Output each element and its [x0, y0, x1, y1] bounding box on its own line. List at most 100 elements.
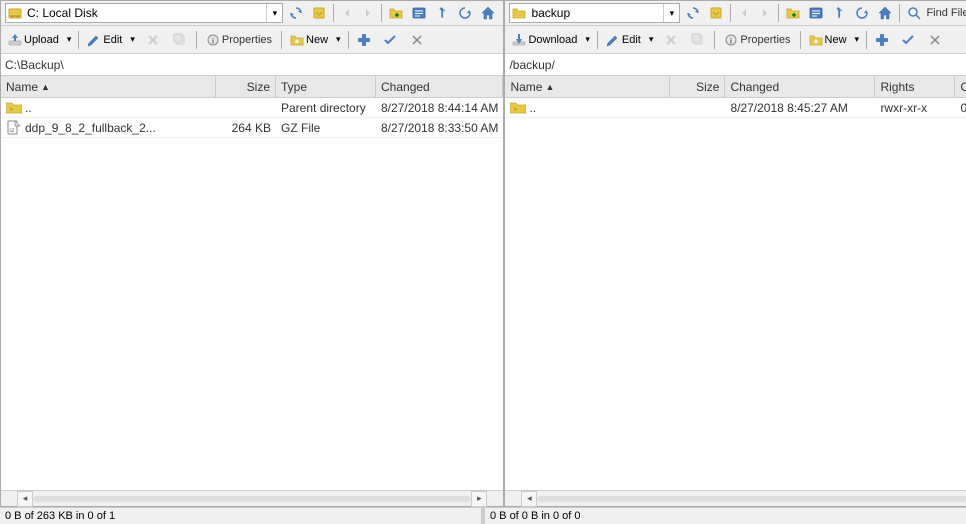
right-refresh-btn[interactable] [851, 3, 873, 23]
right-file-row-parent[interactable]: .. 8/27/2018 8:45:27 AM rwxr-xr-x 0 [505, 98, 966, 118]
right-edit-btn[interactable]: Edit [601, 30, 646, 50]
left-location-text: C:\Backup\ [5, 58, 64, 72]
left-address-dropdown-arrow[interactable]: ▾ [266, 4, 282, 22]
left-new-folder-btn[interactable] [385, 3, 407, 23]
left-properties-btn[interactable]: i Properties [200, 30, 278, 50]
right-parent-changed: 8/27/2018 8:45:27 AM [725, 100, 875, 116]
left-copy-btn[interactable] [167, 30, 193, 50]
right-back-btn[interactable] [734, 4, 754, 22]
left-gz-name: ddp_9_8_2_fullback_2... [25, 121, 156, 135]
left-gz-changed: 8/27/2018 8:33:50 AM [376, 120, 503, 136]
right-scroll-left[interactable]: ◂ [521, 491, 537, 507]
left-scroll-track[interactable] [33, 496, 471, 502]
right-properties-label: Properties [740, 34, 790, 46]
left-col-changed[interactable]: Changed [376, 76, 503, 97]
right-add-btn[interactable] [870, 30, 894, 50]
right-download-arrow[interactable]: ▾ [582, 31, 594, 48]
left-drive-icon [6, 4, 24, 22]
left-new-arrow[interactable]: ▾ [333, 31, 345, 48]
left-col-name[interactable]: Name ▲ [1, 76, 216, 97]
right-properties-btn[interactable]: i Properties [718, 30, 796, 50]
right-copy-btn[interactable] [685, 30, 711, 50]
left-parent-type: Parent directory [276, 100, 376, 116]
left-upload-arrow[interactable]: ▾ [64, 31, 76, 48]
right-new-folder-btn[interactable] [782, 3, 804, 23]
left-file-list: .. Parent directory 8/27/2018 8:44:14 AM [1, 98, 503, 490]
right-new-label: New [825, 34, 847, 46]
right-parent-icon [510, 100, 526, 116]
left-gz-icon: GZ [6, 120, 22, 136]
right-edit-label: Edit [622, 34, 641, 46]
left-bookmark-mgr-btn[interactable] [408, 3, 430, 23]
right-sync-btn[interactable] [682, 3, 704, 23]
left-sync-btn[interactable] [285, 3, 307, 23]
svg-text:i: i [730, 38, 732, 45]
right-address-combo[interactable]: backup ▾ [509, 3, 680, 23]
left-scrollbar[interactable]: ◂ ▸ [1, 490, 503, 506]
right-drive-icon [510, 4, 528, 22]
right-bookmark-mgr-btn[interactable] [805, 3, 827, 23]
right-scroll-track[interactable] [537, 496, 966, 502]
left-upload-label: Upload [24, 34, 59, 46]
right-pane: backup ▾ [504, 0, 966, 507]
left-edit-dropdown[interactable]: Edit ▾ [82, 30, 139, 50]
left-parent-size [216, 107, 276, 109]
left-action-toolbar: Upload ▾ Edit ▾ [1, 26, 503, 54]
right-home-btn[interactable] [874, 3, 896, 23]
left-scroll-left[interactable]: ◂ [17, 491, 33, 507]
right-new-btn[interactable]: New [804, 30, 852, 50]
right-x-btn[interactable] [922, 30, 948, 50]
left-address-text: C: Local Disk [24, 6, 266, 20]
left-col-size[interactable]: Size [216, 76, 276, 97]
right-download-dropdown[interactable]: Download ▾ [507, 30, 593, 50]
right-bookmark-btn[interactable] [705, 3, 727, 23]
right-col-owner[interactable]: Own... [955, 76, 966, 97]
left-col-type[interactable]: Type [276, 76, 376, 97]
left-new-btn[interactable]: New [285, 30, 333, 50]
right-address-dropdown-arrow[interactable]: ▾ [663, 4, 679, 22]
left-add-btn[interactable] [352, 30, 376, 50]
left-gz-type: GZ File [276, 120, 376, 136]
left-file-row-gz[interactable]: GZ ddp_9_8_2_fullback_2... 264 KB GZ Fil… [1, 118, 503, 138]
left-edit-btn[interactable]: Edit [82, 30, 127, 50]
right-col-rights[interactable]: Rights [875, 76, 955, 97]
left-parent-changed: 8/27/2018 8:44:14 AM [376, 100, 503, 116]
left-up-btn[interactable] [431, 3, 453, 23]
left-upload-btn[interactable]: Upload [3, 30, 64, 50]
right-file-list: .. 8/27/2018 8:45:27 AM rwxr-xr-x 0 [505, 98, 966, 490]
right-nav-toolbar: Find Files [682, 3, 966, 23]
right-scrollbar[interactable]: ◂ ▸ [505, 490, 966, 506]
left-location-bar: C:\Backup\ [1, 54, 503, 76]
right-col-changed[interactable]: Changed [725, 76, 875, 97]
left-back-btn[interactable] [337, 4, 357, 22]
right-col-name[interactable]: Name ▲ [505, 76, 670, 97]
left-checkmark-btn[interactable] [377, 30, 403, 50]
left-delete-btn[interactable] [140, 30, 166, 50]
right-edit-dropdown[interactable]: Edit ▾ [601, 30, 658, 50]
left-edit-label: Edit [103, 34, 122, 46]
left-gz-size: 264 KB [216, 120, 276, 136]
left-x-btn[interactable] [404, 30, 430, 50]
left-file-row-parent[interactable]: .. Parent directory 8/27/2018 8:44:14 AM [1, 98, 503, 118]
left-address-combo[interactable]: C: Local Disk ▾ [5, 3, 283, 23]
right-address-bar: backup ▾ [505, 1, 966, 26]
left-upload-dropdown[interactable]: Upload ▾ [3, 30, 75, 50]
right-forward-btn[interactable] [755, 4, 775, 22]
left-home-btn[interactable] [477, 3, 499, 23]
right-find-btn[interactable] [903, 3, 925, 23]
right-delete-btn[interactable] [658, 30, 684, 50]
right-download-btn[interactable]: Download [507, 30, 582, 50]
right-up-btn[interactable] [828, 3, 850, 23]
right-col-size[interactable]: Size [670, 76, 725, 97]
right-edit-arrow[interactable]: ▾ [646, 31, 658, 48]
right-checkmark-btn[interactable] [895, 30, 921, 50]
left-edit-arrow[interactable]: ▾ [127, 31, 139, 48]
right-new-arrow[interactable]: ▾ [852, 31, 864, 48]
left-bookmark-btn[interactable] [308, 3, 330, 23]
left-file-header: Name ▲ Size Type Changed [1, 76, 503, 98]
left-refresh-btn[interactable] [454, 3, 476, 23]
left-forward-btn[interactable] [358, 4, 378, 22]
left-scroll-right[interactable]: ▸ [471, 491, 487, 507]
left-new-dropdown[interactable]: New ▾ [285, 30, 345, 50]
right-new-dropdown[interactable]: New ▾ [804, 30, 864, 50]
